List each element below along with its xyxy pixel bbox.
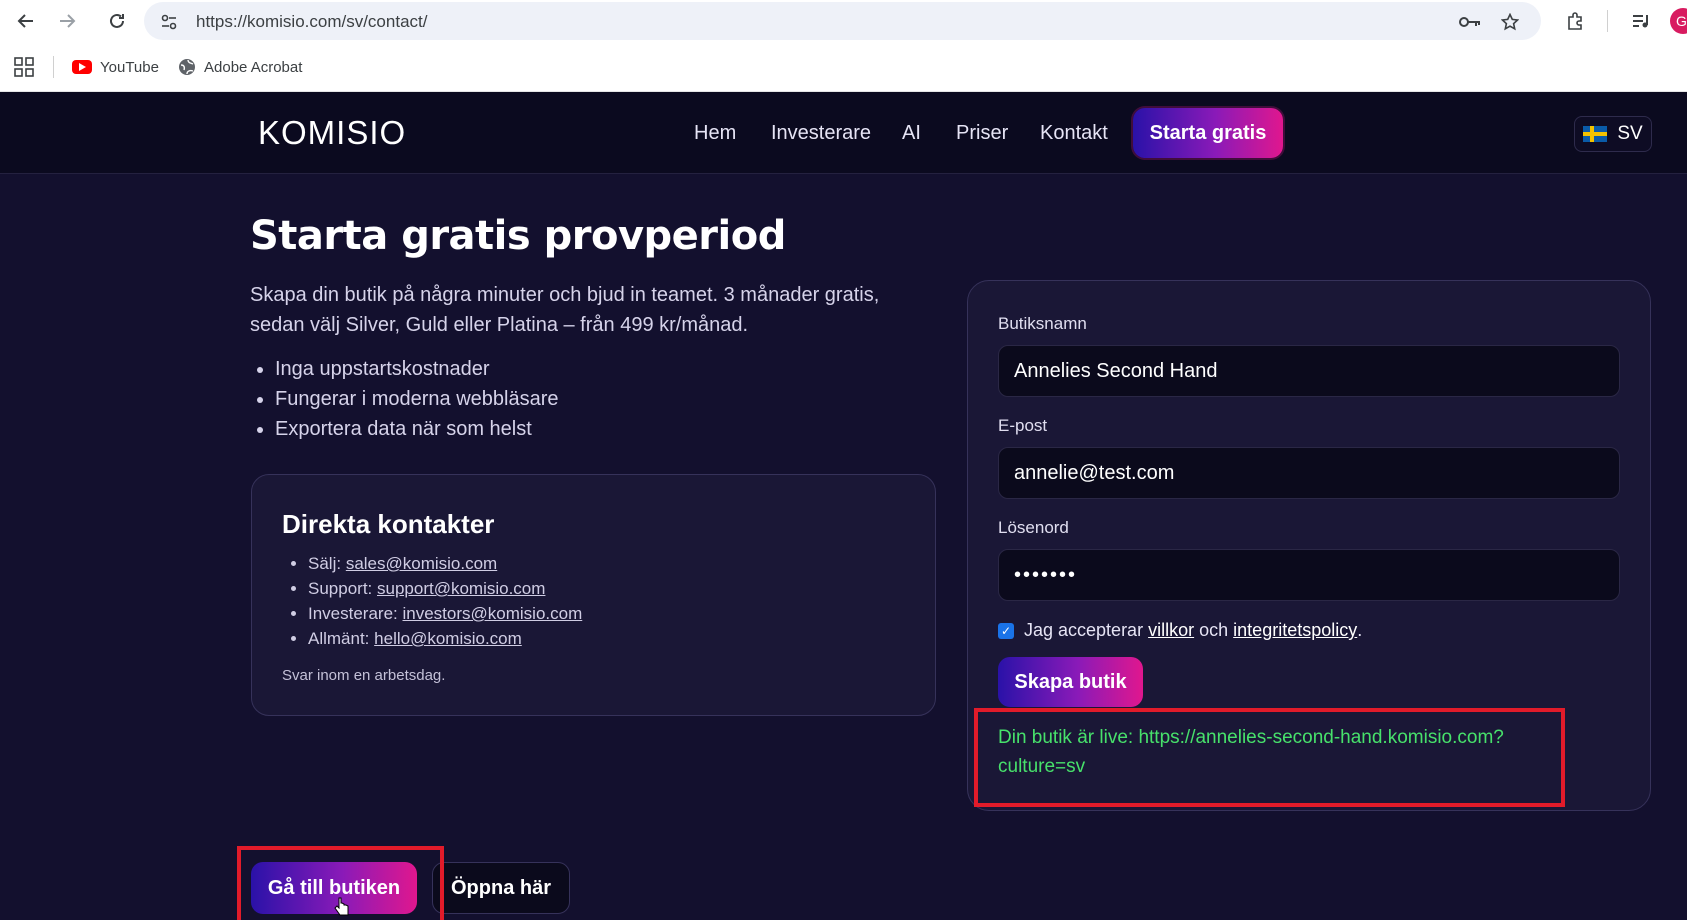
url-text[interactable]: https://komisio.com/sv/contact/ — [196, 12, 427, 32]
store-name-label: Butiksnamn — [998, 314, 1087, 333]
site-logo[interactable]: KOMISIO — [258, 114, 406, 152]
investors-email-link[interactable]: investors@komisio.com — [403, 604, 583, 623]
bookmark-label: Adobe Acrobat — [204, 58, 303, 76]
contact-list: Sälj: sales@komisio.com Support: support… — [308, 551, 582, 651]
nav-link-ai[interactable]: AI — [902, 122, 921, 145]
youtube-icon — [72, 60, 92, 74]
bookmark-adobe-acrobat[interactable]: Adobe Acrobat — [178, 56, 302, 78]
list-item: Investerare: investors@komisio.com — [308, 601, 582, 626]
nav-link-investerare[interactable]: Investerare — [771, 122, 871, 145]
store-name-input[interactable]: Annelies Second Hand — [998, 345, 1620, 397]
reply-note: Svar inom en arbetsdag. — [282, 667, 446, 684]
reload-icon[interactable] — [104, 8, 130, 34]
site-header: KOMISIO Hem Investerare AI Priser Kontak… — [0, 92, 1687, 174]
create-store-button[interactable]: Skapa butik — [998, 657, 1143, 707]
bookmark-youtube[interactable]: YouTube — [72, 56, 159, 78]
list-item: Sälj: sales@komisio.com — [308, 551, 582, 576]
list-item: Exportera data när som helst — [275, 414, 559, 444]
feature-list: Inga uppstartskostnader Fungerar i moder… — [275, 354, 559, 444]
sweden-flag-icon — [1583, 126, 1608, 142]
bookmarks-bar: YouTube Adobe Acrobat — [0, 42, 1687, 92]
forward-icon[interactable] — [54, 8, 80, 34]
terms-prefix: Jag accepterar — [1024, 620, 1144, 640]
terms-row: ✓ Jag accepterar villkor och integritets… — [998, 620, 1362, 641]
media-control-icon[interactable] — [1628, 8, 1654, 34]
profile-avatar[interactable]: G — [1670, 8, 1687, 34]
contact-card-title: Direkta kontakter — [282, 509, 495, 539]
support-email-link[interactable]: support@komisio.com — [377, 579, 545, 598]
address-bar[interactable]: https://komisio.com/sv/contact/ — [144, 2, 1541, 40]
nav-link-kontakt[interactable]: Kontakt — [1040, 122, 1108, 145]
nav-link-priser[interactable]: Priser — [956, 122, 1008, 145]
list-item: Inga uppstartskostnader — [275, 354, 559, 384]
password-label: Lösenord — [998, 518, 1069, 537]
extensions-icon[interactable] — [1562, 8, 1588, 34]
nav-link-hem[interactable]: Hem — [694, 122, 736, 145]
email-input[interactable]: annelie@test.com — [998, 447, 1620, 499]
contact-label: Sälj: — [308, 554, 342, 573]
terms-and: och — [1199, 620, 1229, 640]
list-item: Fungerar i moderna webbläsare — [275, 384, 559, 414]
bookmarks-divider — [53, 56, 54, 78]
toolbar-divider — [1607, 10, 1608, 32]
apps-grid-icon[interactable] — [14, 56, 34, 78]
start-free-button[interactable]: Starta gratis — [1133, 108, 1283, 158]
contact-card: Direkta kontakter Sälj: sales@komisio.co… — [251, 474, 936, 716]
terms-checkbox[interactable]: ✓ — [998, 622, 1014, 639]
globe-icon — [178, 58, 196, 76]
annotation-highlight-box — [974, 708, 1565, 807]
contact-label: Allmänt: — [308, 629, 370, 648]
sales-email-link[interactable]: sales@komisio.com — [346, 554, 497, 573]
password-input[interactable]: ••••••• — [998, 549, 1620, 601]
language-switcher[interactable]: SV — [1574, 116, 1652, 152]
page-title: Starta gratis provperiod — [250, 213, 786, 259]
terms-link[interactable]: villkor — [1148, 620, 1194, 641]
browser-toolbar: https://komisio.com/sv/contact/ G — [0, 0, 1687, 42]
terms-suffix: . — [1357, 620, 1363, 640]
bookmark-star-icon[interactable] — [1499, 11, 1521, 33]
language-code: SV — [1617, 123, 1643, 144]
hand-cursor-icon — [334, 897, 350, 917]
hello-email-link[interactable]: hello@komisio.com — [374, 629, 522, 648]
list-item: Allmänt: hello@komisio.com — [308, 626, 582, 651]
intro-text: Skapa din butik på några minuter och bju… — [250, 284, 880, 336]
open-here-button[interactable]: Öppna här — [432, 862, 570, 914]
contact-label: Support: — [308, 579, 373, 598]
site-settings-icon[interactable] — [158, 11, 180, 33]
bookmark-label: YouTube — [100, 58, 159, 76]
back-icon[interactable] — [13, 8, 39, 34]
contact-label: Investerare: — [308, 604, 398, 623]
email-label: E-post — [998, 416, 1048, 435]
privacy-link[interactable]: integritetspolicy — [1233, 620, 1357, 641]
password-key-icon[interactable] — [1459, 11, 1481, 33]
list-item: Support: support@komisio.com — [308, 576, 582, 601]
